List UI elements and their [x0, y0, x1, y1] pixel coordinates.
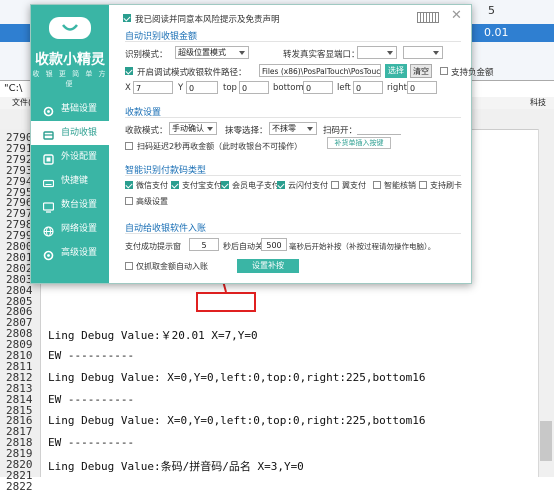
close-icon[interactable]: ✕: [451, 8, 462, 23]
advanced-label: 高级设置: [136, 197, 168, 206]
agree-checkbox[interactable]: [123, 14, 131, 22]
recognition-mode-select[interactable]: 超级位置模式: [175, 46, 249, 59]
scanner-select[interactable]: [357, 122, 401, 135]
app-subtitle: 收 银 更 简 单 方 便: [32, 70, 108, 88]
advanced-checkbox[interactable]: [125, 197, 133, 205]
select-value: 手动确认: [172, 124, 204, 133]
dialog-sidebar: 收款小精灵 收 银 更 简 单 方 便 基础设置 自动收银 外设配置 快捷键 数…: [31, 5, 109, 283]
nav-label: 快捷键: [61, 176, 89, 186]
nav-terminal-settings[interactable]: 数台设置: [31, 193, 109, 217]
setup-supplement-button[interactable]: 设置补按: [237, 259, 299, 273]
nav-network-settings[interactable]: 网络设置: [31, 217, 109, 241]
path-label: 收银软件路径：: [187, 68, 247, 78]
nav-label: 自动收银: [61, 128, 98, 138]
nav-label: 数台设置: [61, 200, 98, 210]
wechat-pay-checkbox[interactable]: [125, 181, 133, 189]
device-icon: [43, 151, 54, 165]
unionpay-checkbox[interactable]: [277, 181, 285, 189]
member-pay-checkbox[interactable]: [221, 181, 229, 189]
agree-label: 我已阅读并同意本风险提示及免责声明: [135, 15, 280, 25]
cashier-path-input[interactable]: Files (x86)\PosPalTouch\PosTouch.exe: [259, 64, 381, 77]
auto-suffix: 毫秒后开始补按（补按过程请勿操作电脑）。: [289, 242, 436, 251]
bottom-input[interactable]: 0: [303, 81, 333, 94]
choose-path-button[interactable]: 选择: [385, 64, 407, 78]
keyboard-icon[interactable]: [417, 12, 439, 23]
member-pay-label: 会员电子支付: [232, 181, 280, 190]
right-label: right: [387, 83, 407, 93]
nav-advanced-settings[interactable]: 高级设置: [31, 241, 109, 265]
x-label: X: [125, 83, 131, 93]
unionpay-label: 云闪付支付: [288, 181, 328, 190]
smart-verify-checkbox[interactable]: [373, 181, 381, 189]
network-icon: [43, 223, 54, 237]
dialog-content: 我已阅读并同意本风险提示及免责声明 ✕ 自动识别收银金额 识别模式： 超级位置模…: [117, 5, 494, 283]
clear-path-button[interactable]: 清空: [410, 64, 432, 78]
alipay-label: 支付宝支付: [182, 181, 222, 190]
nav-label: 高级设置: [61, 248, 98, 258]
right-input[interactable]: 0: [407, 81, 437, 94]
monitor-icon: [42, 199, 55, 213]
only-amount-label: 仅抓取金额自动入账: [136, 262, 208, 271]
card-swipe-label: 支持刷卡: [430, 181, 462, 190]
settings-dialog: 收款小精灵 收 银 更 简 单 方 便 基础设置 自动收银 外设配置 快捷键 数…: [30, 4, 494, 284]
nav-basic-settings[interactable]: 基础设置: [31, 97, 109, 121]
forward-port-select[interactable]: [357, 46, 397, 59]
alipay-checkbox[interactable]: [171, 181, 179, 189]
negative-amount-label: 支持负金额: [451, 68, 494, 78]
zero-select[interactable]: 不抹零: [269, 122, 317, 135]
logo-icon: [49, 17, 91, 39]
scan-delay-label: 扫码延迟2秒再收金额（此时收银台不可操作）: [137, 142, 303, 151]
debug-mode-label: 开启调试模式: [137, 68, 189, 78]
nav-label: 网络设置: [61, 224, 98, 234]
top-label: top: [223, 83, 237, 93]
line-number: 2822: [6, 479, 33, 493]
x-input[interactable]: 7: [133, 81, 173, 94]
y-input[interactable]: 0: [186, 81, 218, 94]
bestpay-checkbox[interactable]: [331, 181, 339, 189]
scanner-label: 扫码开：: [323, 126, 358, 136]
nav-label: 基础设置: [61, 104, 98, 114]
forward-port-label: 转发真实客显端口：: [283, 50, 360, 60]
gear-icon: [43, 103, 54, 117]
left-label: left: [337, 83, 351, 93]
left-input[interactable]: 0: [353, 81, 383, 94]
supplement-button[interactable]: 补货单插入按键: [327, 137, 391, 149]
forward-baud-select[interactable]: [403, 46, 443, 59]
seconds-input[interactable]: 5: [189, 238, 219, 251]
nav-label: 外设配置: [61, 152, 98, 162]
nav-auto-cashier[interactable]: 自动收银: [31, 121, 109, 145]
nav-shortcut-keys[interactable]: 快捷键: [31, 169, 109, 193]
mode-label: 识别模式：: [125, 50, 168, 60]
bottom-label: bottom: [273, 83, 304, 93]
negative-amount-checkbox[interactable]: [440, 67, 448, 75]
advanced-icon: [43, 247, 54, 261]
bestpay-label: 翼支付: [342, 181, 366, 190]
debug-mode-checkbox[interactable]: [125, 67, 133, 75]
only-amount-checkbox[interactable]: [125, 262, 133, 270]
select-value: 不抹零: [272, 124, 296, 133]
collect-mode-label: 收款模式：: [125, 126, 168, 136]
zero-label: 抹零选择：: [225, 126, 268, 136]
y-label: Y: [178, 83, 184, 93]
smart-verify-label: 智能核销: [384, 181, 416, 190]
cashier-icon: [43, 127, 54, 140]
nav-device-config[interactable]: 外设配置: [31, 145, 109, 169]
keyboard-icon: [42, 175, 55, 188]
app-name: 收款小精灵: [35, 52, 105, 68]
collect-mode-select[interactable]: 手动确认: [169, 122, 217, 135]
scan-delay-checkbox[interactable]: [125, 142, 133, 150]
auto-prefix: 支付成功提示窗: [125, 242, 181, 251]
wechat-pay-label: 微信支付: [136, 181, 168, 190]
select-value: 超级位置模式: [178, 48, 226, 57]
top-input[interactable]: 0: [239, 81, 269, 94]
ms-input[interactable]: 500: [261, 238, 287, 251]
card-swipe-checkbox[interactable]: [419, 181, 427, 189]
